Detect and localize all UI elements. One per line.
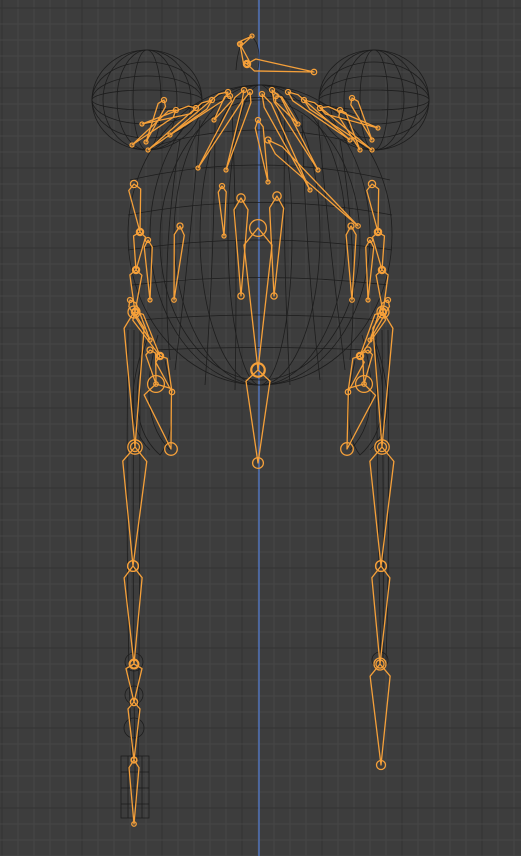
bone-crown-left-1[interactable] xyxy=(195,86,248,171)
bone-braid-right-4[interactable] xyxy=(369,657,391,771)
viewport-grid xyxy=(0,0,521,856)
bone-side-right-1[interactable] xyxy=(366,179,382,236)
right-bun-mesh xyxy=(318,49,430,151)
3d-viewport[interactable] xyxy=(0,0,521,856)
left-braid-mesh xyxy=(120,329,150,819)
bone-bang-left-mid[interactable] xyxy=(217,182,227,239)
bone-crown-center[interactable] xyxy=(254,116,271,185)
viewport-canvas[interactable] xyxy=(0,0,521,856)
hair-wireframe-mesh[interactable] xyxy=(91,35,430,819)
bone-ahoge[interactable] xyxy=(237,41,251,68)
bone-side-left-3[interactable] xyxy=(129,265,143,316)
bone-lock-left-upper[interactable] xyxy=(145,346,159,387)
bone-side-left-1[interactable] xyxy=(128,179,144,236)
